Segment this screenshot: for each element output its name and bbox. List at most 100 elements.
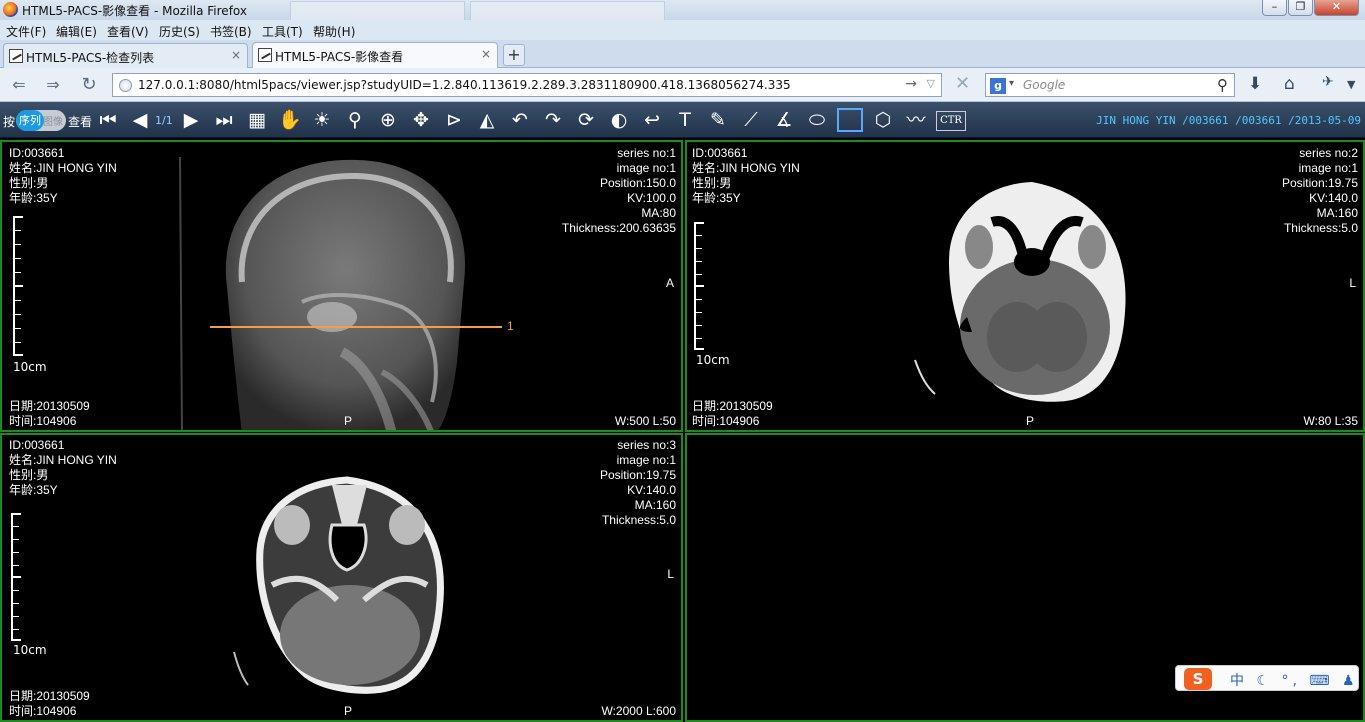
slice-position: Position:19.75 [599, 468, 676, 482]
close-window-button[interactable]: ✕ [1314, 0, 1359, 16]
menu-bookmarks[interactable]: 书签(B) [210, 23, 252, 40]
thickness-value: Thickness:5.0 [601, 513, 676, 527]
rotate-left-90-icon[interactable]: ↶ [507, 108, 533, 132]
move-icon[interactable]: ✥ [408, 108, 434, 132]
polygon-roi-icon[interactable]: ⬡ [870, 108, 896, 132]
menu-dropdown-icon[interactable]: ▼ [1347, 78, 1355, 91]
background-tab-ghost [470, 1, 665, 20]
viewport-3[interactable]: ID:003661 姓名:JIN HONG YIN 性别:男 年龄:35Y se… [0, 433, 683, 722]
image-number: image no:1 [616, 453, 676, 467]
image-mode-label[interactable]: 图像 [43, 113, 63, 128]
search-icon[interactable]: ⚲ [1217, 76, 1228, 94]
url-text[interactable]: 127.0.0.1:8080/html5pacs/viewer.jsp?stud… [138, 78, 791, 92]
orientation-marker-bottom: P [1026, 414, 1035, 428]
window-title: HTML5-PACS-影像查看 - Mozilla Firefox [22, 4, 247, 18]
previous-image-icon[interactable]: ◀ [127, 108, 153, 132]
tab-study-list[interactable]: HTML5-PACS-检查列表 × [3, 43, 248, 68]
menu-help[interactable]: 帮助(H) [313, 23, 355, 40]
search-box[interactable]: g ▾ Google ⚲ [985, 73, 1235, 97]
text-annotation-icon[interactable]: T [672, 108, 698, 132]
first-image-icon[interactable]: ⏮ [95, 108, 121, 132]
rectangle-roi-icon[interactable] [837, 108, 863, 132]
viewer-toolbar: 按 序列 图像 查看 ⏮ ◀ 1/1 ▶ ⏭ ▦ ✋ ☀ ⚲ ⊕ ✥ ⊳ ◭ ↶… [0, 102, 1365, 138]
menu-view[interactable]: 查看(V) [107, 23, 149, 40]
window-level: W:80 L:35 [1303, 414, 1358, 428]
thickness-value: Thickness:5.0 [1283, 221, 1358, 235]
minimize-button[interactable]: – [1262, 0, 1287, 16]
flip-vertical-icon[interactable]: ◭ [474, 108, 500, 132]
back-arrow-icon[interactable]: ⇐ [8, 75, 30, 95]
magnifier-icon[interactable]: ⊕ [375, 108, 401, 132]
download-icon[interactable]: ⬇ [1248, 74, 1262, 94]
reference-line-label: 1 [507, 319, 514, 333]
last-image-icon[interactable]: ⏭ [211, 108, 237, 132]
tab-image-viewer[interactable]: HTML5-PACS-影像查看 × [252, 42, 498, 68]
rotate-right-90-icon[interactable]: ↷ [540, 108, 566, 132]
new-tab-button[interactable]: + [503, 44, 525, 66]
next-image-icon[interactable]: ▶ [178, 108, 204, 132]
patient-name: 姓名:JIN HONG YIN [692, 161, 800, 175]
addon-icon[interactable]: ✈ [1322, 74, 1334, 90]
reload-icon[interactable]: ↻ [78, 75, 100, 95]
scale-ruler [11, 513, 21, 641]
slice-position: Position:19.75 [1281, 176, 1358, 190]
study-time: 时间:104906 [9, 414, 77, 428]
site-identity-icon[interactable] [119, 79, 132, 92]
patient-id: ID:003661 [9, 438, 65, 452]
ellipse-roi-icon[interactable]: ⬭ [804, 108, 830, 132]
undo-icon[interactable]: ↩ [639, 108, 665, 132]
study-date: 日期:20130509 [692, 399, 773, 413]
menu-bar: 文件(F) 编辑(E) 查看(V) 历史(S) 书签(B) 工具(T) 帮助(H… [0, 20, 1365, 40]
scale-label: 10cm [13, 643, 47, 657]
engine-dropdown-icon[interactable]: ▾ [1009, 78, 1014, 89]
patient-sex: 性别:男 [9, 176, 49, 190]
sogou-logo-icon[interactable]: S [1184, 668, 1212, 690]
series-mode-label[interactable]: 序列 [16, 110, 44, 131]
flip-horizontal-icon[interactable]: ⊳ [441, 108, 467, 132]
ctr-button[interactable]: CTR [936, 111, 966, 131]
layout-grid-icon[interactable]: ▦ [244, 108, 270, 132]
ruler-icon[interactable]: ⟋ [738, 108, 764, 132]
tab-close-icon[interactable]: × [231, 48, 241, 62]
viewport-2[interactable]: ID:003661 姓名:JIN HONG YIN 性别:男 年龄:35Y se… [685, 140, 1365, 432]
menu-tools[interactable]: 工具(T) [262, 23, 303, 40]
image-number: image no:1 [1298, 161, 1358, 175]
menu-history[interactable]: 历史(S) [159, 23, 200, 40]
series-number: series no:3 [617, 438, 676, 452]
stop-icon[interactable]: ✕ [955, 73, 970, 94]
viewer-area: 1 ID:003661 姓名:JIN HONG YIN 性别:男 年龄:35Y … [0, 138, 1365, 722]
ma-value: MA:160 [1316, 206, 1358, 220]
reset-icon[interactable]: ⟳ [573, 108, 599, 132]
invert-icon[interactable]: ◐ [606, 108, 632, 132]
angle-icon[interactable]: ∡ [771, 108, 797, 132]
home-icon[interactable]: ⌂ [1284, 74, 1295, 94]
ime-options[interactable]: 中 ☾ °, ⌨ ♟ ✎ [1230, 670, 1365, 690]
zoom-icon[interactable]: ⚲ [342, 108, 368, 132]
menu-file[interactable]: 文件(F) [6, 23, 46, 40]
pan-hand-icon[interactable]: ✋ [277, 108, 303, 132]
orientation-marker-right: A [665, 276, 674, 290]
window-level-icon[interactable]: ☀ [309, 108, 335, 132]
maximize-button[interactable]: ❐ [1288, 0, 1313, 16]
viewport-1[interactable]: 1 ID:003661 姓名:JIN HONG YIN 性别:男 年龄:35Y … [0, 140, 683, 432]
series-image-toggle[interactable]: 序列 图像 [16, 110, 66, 131]
ime-toolbar[interactable]: S 中 ☾ °, ⌨ ♟ ✎ [1175, 665, 1365, 691]
patient-age: 年龄:35Y [692, 191, 741, 205]
address-bar[interactable]: 127.0.0.1:8080/html5pacs/viewer.jsp?stud… [112, 73, 942, 97]
tab-close-icon[interactable]: × [481, 47, 491, 61]
patient-info-header: JIN HONG YIN /003661 /003661 /2013-05-09 [1096, 114, 1361, 127]
patient-sex: 性别:男 [692, 176, 732, 190]
curve-icon[interactable]: 〰 [903, 108, 929, 132]
menu-edit[interactable]: 编辑(E) [56, 23, 97, 40]
window-level: W:500 L:50 [614, 414, 676, 428]
go-arrow-icon[interactable]: → [905, 76, 917, 92]
search-engine-icon[interactable]: g [990, 78, 1006, 94]
patient-age: 年龄:35Y [9, 483, 58, 497]
scale-label: 10cm [696, 353, 730, 367]
slice-position: Position:150.0 [599, 176, 676, 190]
forward-arrow-icon[interactable]: ⇒ [42, 75, 64, 95]
pixel-probe-icon[interactable]: ✎ [705, 108, 731, 132]
history-dropdown-icon[interactable]: ▽ [927, 77, 935, 90]
background-tab-ghost [290, 1, 465, 20]
study-date: 日期:20130509 [9, 689, 90, 703]
